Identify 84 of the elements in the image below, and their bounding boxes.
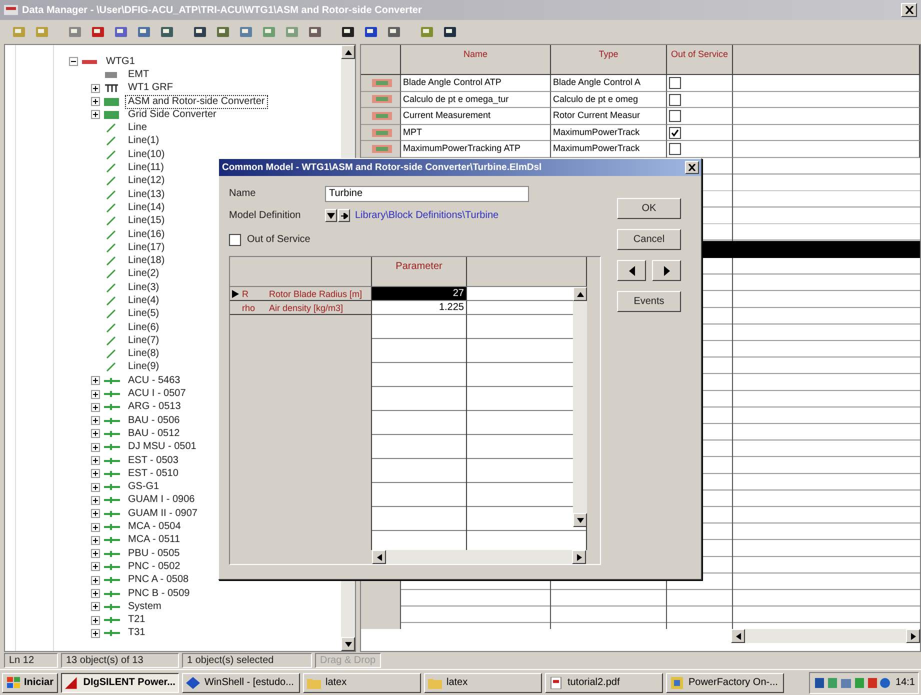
tree-item[interactable]: DJ MSU - 0501 — [125, 440, 200, 454]
taskbar-button[interactable]: latex — [424, 672, 542, 692]
tree-item[interactable]: EST - 0503 — [125, 454, 182, 468]
tree-item[interactable]: Line(11) — [125, 161, 167, 176]
tree-item[interactable]: GS-G1 — [125, 480, 162, 494]
taskbar-button[interactable]: latex — [303, 672, 422, 692]
tree-item[interactable]: Line(5) — [125, 307, 162, 322]
checkbox-label: Out of Service — [247, 234, 310, 245]
status-text: Drag & Drop — [315, 653, 381, 668]
table-cell: Calculo de pt e omega_tur — [401, 92, 551, 108]
tree-item[interactable]: ACU - 5463 — [125, 374, 184, 388]
tree-item[interactable]: Line(16) — [125, 228, 168, 242]
parameter-name: Rotor Blade Radius [m] — [269, 288, 362, 298]
tree-item[interactable]: PNC - 0502 — [125, 560, 184, 574]
ok-button[interactable]: OK — [617, 198, 681, 219]
row-header[interactable]: R Rotor Blade Radius [m] — [230, 287, 372, 301]
tree-item[interactable]: Line(8) — [125, 347, 162, 362]
tree-item[interactable]: ARG - 0513 — [125, 400, 184, 414]
tree-item[interactable]: Line(15) — [125, 214, 168, 228]
tree-item[interactable]: Line(14) — [125, 200, 168, 215]
status-text: Ln 12 — [4, 653, 58, 668]
parameter-symbol: R — [242, 288, 250, 298]
parameter-symbol: rho — [242, 302, 256, 312]
status-text: 1 object(s) selected — [182, 653, 312, 668]
parameter-value[interactable]: 1.225 — [372, 301, 467, 315]
tree-item[interactable]: System — [125, 600, 164, 614]
tree-item[interactable]: MCA - 0511 — [125, 533, 184, 548]
column-header[interactable]: Name — [401, 45, 551, 75]
table-cell: Rotor Current Measur — [551, 108, 667, 125]
events-button[interactable]: Events — [617, 291, 681, 312]
tree-item[interactable]: PNC A - 0508 — [125, 573, 192, 588]
tree-item[interactable]: Line(17) — [125, 240, 168, 255]
table-cell: Current Measurement — [401, 108, 551, 125]
dialog-title: Common Model - WTG1\ASM and Rotor-side Converter\Turbine.ElmDsl — [222, 162, 543, 173]
taskbar-button[interactable]: PowerFactory On-... — [666, 672, 784, 692]
parameter-value[interactable]: 27 — [372, 287, 467, 301]
tree-item[interactable]: EST - 0510 — [125, 466, 182, 481]
tree-item[interactable]: Line(10) — [125, 148, 168, 162]
tree-item[interactable]: T21 — [125, 613, 148, 628]
tree-item[interactable]: MCA - 0504 — [125, 520, 184, 534]
parameter-name: Air density [kg/m3] — [269, 302, 344, 312]
tree-item[interactable]: GUAM II - 0907 — [125, 506, 200, 521]
tree-item[interactable]: Line(4) — [125, 294, 162, 308]
tree-item[interactable]: Line — [125, 121, 150, 136]
table-cell: Calculo de pt e omeg — [551, 92, 667, 108]
tree-item[interactable]: BAU - 0506 — [125, 414, 183, 428]
window-title: Data Manager - \User\DFIG-ACU_ATP\TRI-ACU\WTG1\ASM and Rotor-side Converter — [22, 4, 423, 16]
table-cell: Blade Angle Control A — [551, 75, 667, 92]
field-label: Name — [229, 188, 257, 199]
tree-item[interactable]: Line(6) — [125, 320, 162, 335]
tree-item[interactable]: T31 — [125, 626, 148, 640]
table-cell: MaximumPowerTrack — [551, 124, 667, 142]
column-header[interactable]: Type — [551, 45, 667, 75]
tree-item[interactable]: Line(18) — [125, 254, 168, 268]
model-link[interactable]: Library\Block Definitions\Turbine — [355, 210, 499, 221]
taskbar-button[interactable]: DIgSILENT Power... — [61, 672, 180, 692]
name-field[interactable]: Turbine — [325, 186, 529, 202]
tree-item[interactable]: WT1 GRF — [125, 81, 176, 96]
tree-item[interactable]: BAU - 0512 — [125, 426, 183, 441]
field-label: Model Definition — [229, 210, 302, 221]
tree-item[interactable]: GUAM I - 0906 — [125, 493, 198, 508]
tree-item[interactable]: Line(3) — [125, 280, 162, 295]
tree-item[interactable]: WTG1 — [103, 54, 138, 69]
column-header[interactable]: Out of Service — [667, 45, 733, 75]
tree-item[interactable]: EMT — [125, 68, 152, 82]
status-text: 13 object(s) of 13 — [61, 653, 179, 668]
tree-item[interactable]: Line(12) — [125, 174, 168, 188]
tree-item[interactable]: ACU I - 0507 — [125, 387, 189, 402]
tree-item[interactable]: ASM and Rotor-side Converter — [125, 94, 268, 109]
tree-item[interactable]: Line(1) — [125, 134, 162, 148]
tree-item[interactable]: Line(7) — [125, 334, 162, 348]
taskbar-button[interactable]: WinShell - [estudo... — [182, 672, 300, 692]
table-cell: Blade Angle Control ATP — [401, 75, 551, 92]
tree-item[interactable]: Line(9) — [125, 360, 162, 374]
tree-item[interactable]: Line(2) — [125, 267, 162, 282]
tree-item[interactable]: PBU - 0505 — [125, 546, 183, 561]
tree-item[interactable]: Line(13) — [125, 188, 168, 202]
table-cell: MPT — [401, 124, 551, 142]
start-button[interactable]: Iniciar — [2, 672, 58, 692]
cancel-button[interactable]: Cancel — [617, 229, 681, 250]
tree-item[interactable]: PNC B - 0509 — [125, 586, 193, 601]
taskbar-button[interactable]: tutorial2.pdf — [545, 672, 664, 692]
tree-item[interactable]: Grid Side Converter — [125, 108, 220, 122]
clock: 14:1 — [896, 677, 915, 688]
